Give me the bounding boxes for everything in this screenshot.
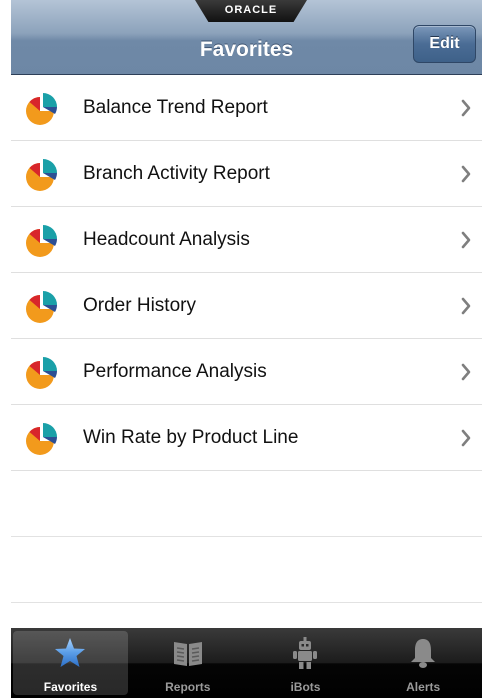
pie-chart-icon — [26, 357, 57, 389]
edit-button[interactable]: Edit — [413, 25, 476, 63]
pie-chart-icon — [26, 93, 57, 125]
tab-favorites[interactable]: Favorites — [13, 631, 128, 695]
list-item[interactable]: Headcount Analysis — [11, 207, 482, 273]
tab-label: iBots — [290, 680, 321, 694]
list-item-label: Win Rate by Product Line — [83, 427, 299, 448]
tab-label: Reports — [165, 680, 211, 694]
tab-label: Alerts — [406, 680, 441, 694]
bell-icon — [411, 639, 436, 668]
star-icon — [55, 638, 86, 667]
page-title: Favorites — [199, 38, 294, 61]
chevron-right-icon — [461, 165, 471, 183]
tab-alerts[interactable]: Alerts — [364, 628, 482, 698]
tab-reports[interactable]: Reports — [129, 628, 247, 698]
list-item[interactable]: Performance Analysis — [11, 339, 482, 405]
empty-list-row — [11, 537, 482, 603]
list-item[interactable]: Win Rate by Product Line — [11, 405, 482, 471]
pie-chart-icon — [26, 159, 57, 191]
tab-ibots[interactable]: iBots — [247, 628, 365, 698]
list-item[interactable]: Order History — [11, 273, 482, 339]
list-item-label: Performance Analysis — [83, 361, 267, 382]
app-screen: ORACLE Favorites Edit Balance Trend Repo… — [11, 0, 482, 698]
chevron-right-icon — [461, 231, 471, 249]
pie-chart-icon — [26, 225, 57, 257]
oracle-brand-tab: ORACLE — [195, 0, 307, 22]
tab-bar: Favorites Reports iBots Alerts — [11, 628, 482, 698]
list-item-label: Headcount Analysis — [83, 229, 250, 250]
chevron-right-icon — [461, 297, 471, 315]
list-item-label: Balance Trend Report — [83, 97, 268, 118]
list-item-label: Order History — [83, 295, 196, 316]
chevron-right-icon — [461, 429, 471, 447]
pie-chart-icon — [26, 423, 57, 455]
tab-label: Favorites — [43, 680, 98, 694]
book-icon — [173, 642, 202, 666]
navigation-bar: ORACLE Favorites Edit — [11, 0, 482, 75]
brand-logo-text: ORACLE — [224, 4, 278, 16]
robot-icon — [293, 637, 318, 669]
empty-list-row — [11, 471, 482, 537]
chevron-right-icon — [461, 363, 471, 381]
pie-chart-icon — [26, 291, 57, 323]
list-item[interactable]: Balance Trend Report — [11, 75, 482, 141]
list-item-label: Branch Activity Report — [83, 163, 270, 184]
list-item[interactable]: Branch Activity Report — [11, 141, 482, 207]
chevron-right-icon — [461, 99, 471, 117]
favorites-list: Balance Trend Report Branch Activity Rep… — [11, 75, 482, 628]
